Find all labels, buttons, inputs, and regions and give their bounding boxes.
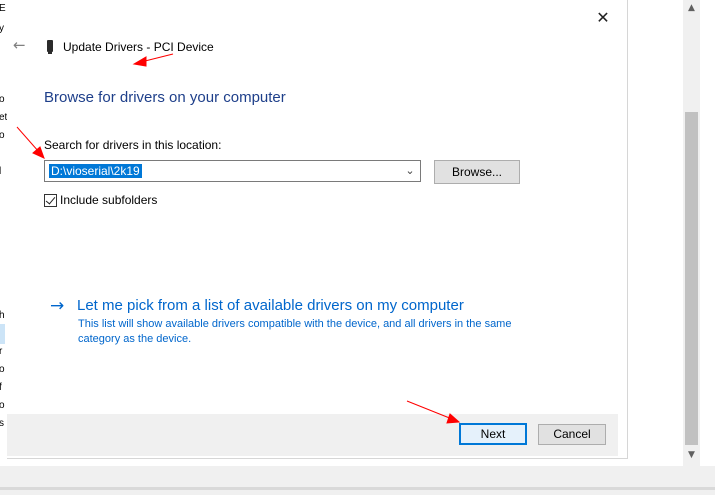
scroll-up-icon[interactable]: ▲ (683, 0, 700, 17)
background-window-bottom (0, 466, 715, 495)
background-text: o (0, 400, 5, 411)
background-text: h (0, 310, 5, 321)
update-drivers-dialog: ✕ ← Update Drivers - PCI Device Browse f… (7, 0, 628, 459)
location-label: Search for drivers in this location: (44, 138, 222, 152)
page-heading: Browse for drivers on your computer (44, 89, 286, 106)
pick-from-list-link[interactable]: Let me pick from a list of available dri… (77, 297, 464, 314)
background-text: E (0, 3, 6, 14)
background-text: o (0, 364, 5, 375)
vertical-scrollbar[interactable]: ▲ ▼ (683, 0, 700, 466)
pick-from-list-description: This list will show available drivers co… (78, 318, 512, 345)
scroll-down-icon[interactable]: ▼ (683, 447, 700, 464)
close-icon[interactable]: ✕ (593, 8, 613, 28)
browse-button[interactable]: Browse... (434, 160, 520, 184)
back-arrow-icon[interactable]: ← (13, 37, 29, 53)
pci-device-icon (47, 40, 53, 54)
cancel-button[interactable]: Cancel (538, 424, 606, 445)
right-arrow-icon[interactable]: → (50, 296, 64, 316)
background-text: o (0, 130, 5, 141)
background-text: y (0, 23, 4, 34)
driver-path-value[interactable]: D:\vioserial\2k19 (49, 164, 142, 178)
background-selection (0, 324, 5, 344)
include-subfolders-label[interactable]: Include subfolders (60, 193, 157, 207)
driver-path-combobox[interactable]: D:\vioserial\2k19 ⌄ (44, 160, 421, 182)
include-subfolders-checkbox[interactable] (44, 194, 57, 207)
scrollbar-thumb[interactable] (685, 112, 698, 445)
background-text: f (0, 382, 2, 393)
dialog-title: Update Drivers - PCI Device (63, 40, 214, 54)
background-text: s (0, 418, 4, 429)
background-text: l (0, 166, 2, 177)
chevron-down-icon[interactable]: ⌄ (404, 163, 416, 179)
background-text: r (0, 346, 3, 357)
bottom-divider (0, 487, 715, 490)
background-text: o (0, 94, 5, 105)
next-button[interactable]: Next (459, 423, 527, 445)
